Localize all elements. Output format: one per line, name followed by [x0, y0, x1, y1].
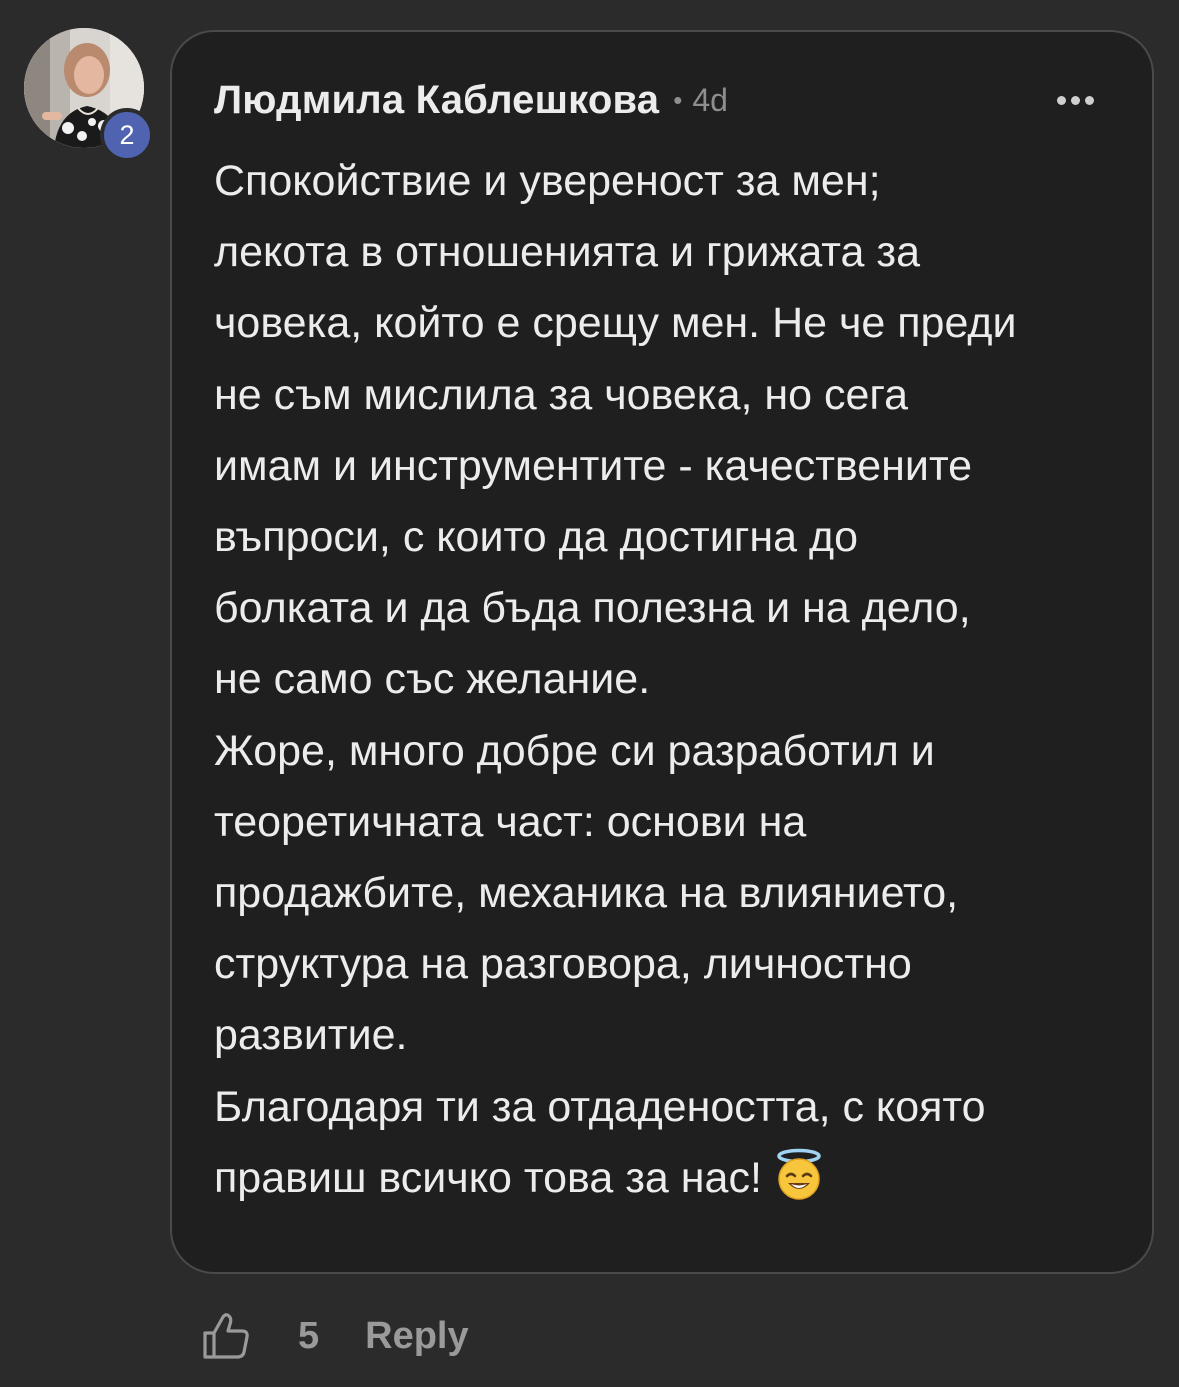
like-button[interactable]: 5	[198, 1308, 319, 1364]
comment-line: продажбите, механика на влиянието,	[214, 869, 959, 918]
more-options-icon[interactable]	[1057, 78, 1094, 122]
level-badge: 2	[100, 108, 154, 162]
comment-line: човека, който е срещу мен. Не че преди	[214, 299, 1017, 348]
comment-line: болката и да бъда полезна и на дело,	[214, 584, 971, 633]
comment-body: Спокойствие и увереност за мен; лекота в…	[214, 146, 1134, 1214]
author-name[interactable]: Людмила Каблешкова	[214, 78, 659, 123]
like-count: 5	[298, 1314, 320, 1357]
comment-line: Жоре, много добре си разработил и	[214, 726, 935, 775]
comment-line: правиш всичко това за нас!	[214, 1153, 762, 1202]
comment-line: не съм мислила за човека, но сега	[214, 370, 909, 419]
comment-line: Благодаря ти за отдадеността, с която	[214, 1082, 986, 1131]
more-dot	[1057, 95, 1066, 105]
meta-separator: •	[673, 84, 683, 115]
more-dot	[1085, 95, 1094, 105]
comment-line: въпроси, с които да достигна до	[214, 513, 859, 562]
comment-line: развитие.	[214, 1011, 408, 1060]
comment-thread: 2 Людмила Каблешкова • 4d Спокойствие и …	[0, 0, 1179, 1387]
thumbs-up-icon[interactable]	[198, 1308, 254, 1364]
comment-header: Людмила Каблешкова • 4d	[214, 78, 1112, 122]
comment-line: теоретичната част: основи на	[214, 797, 807, 846]
comment-line: лекота в отношенията и грижата за	[214, 228, 921, 277]
reply-button[interactable]: Reply	[365, 1315, 468, 1358]
comment-last-line: правиш всичко това за нас!	[214, 1143, 1134, 1214]
comment-timestamp[interactable]: 4d	[692, 82, 728, 119]
author-avatar-container[interactable]: 2	[24, 28, 154, 162]
comment-actions: 5 Reply	[198, 1306, 469, 1366]
comment-line: не само със желание.	[214, 655, 651, 704]
more-dot	[1071, 95, 1080, 105]
smiling-face-with-halo-icon	[777, 1148, 821, 1200]
comment-line: имам и инструментите - качествените	[214, 441, 973, 490]
comment-line: структура на разговора, личностно	[214, 940, 912, 989]
comment-line: Спокойствие и увереност за мен;	[214, 157, 881, 205]
comment-card: Людмила Каблешкова • 4d Спокойствие и ув…	[170, 30, 1154, 1274]
